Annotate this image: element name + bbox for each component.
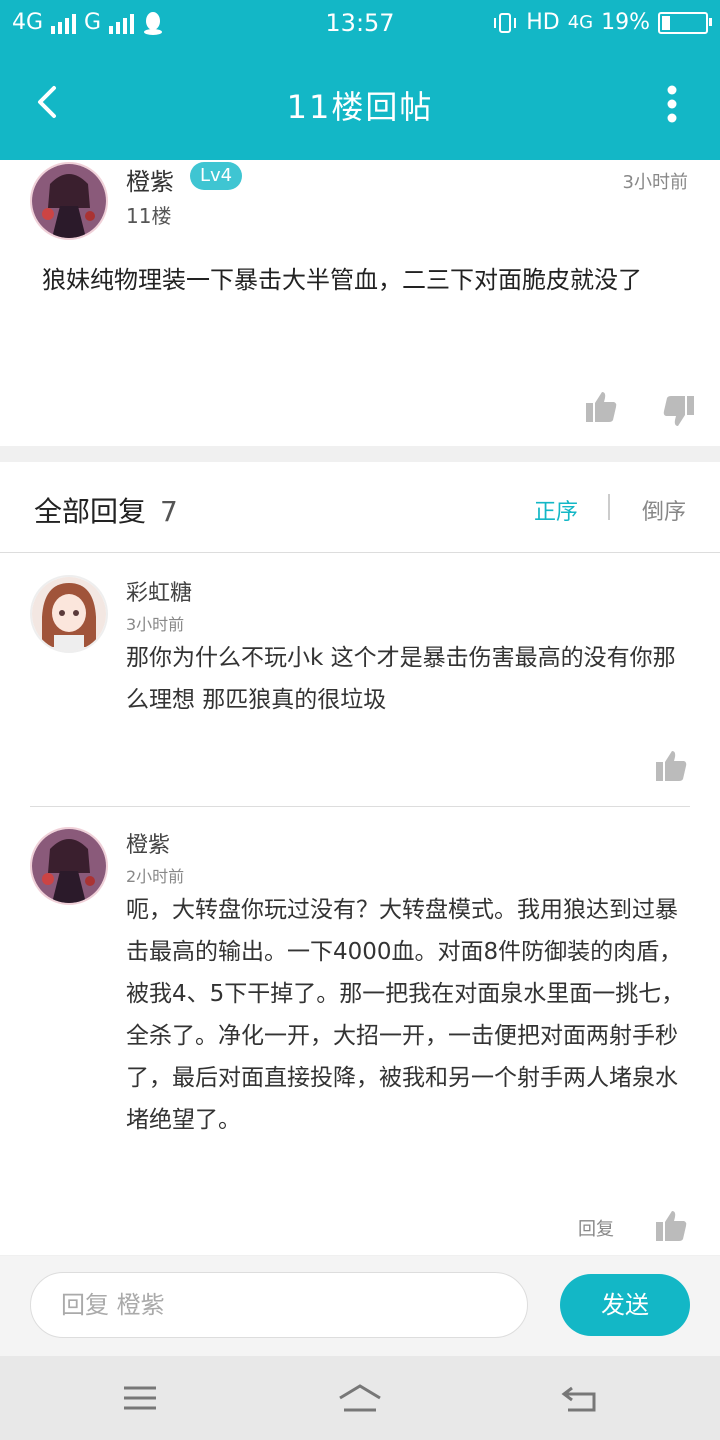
reply-item: 彩虹糖 3小时前 那你为什么不玩小k 这个才是暴击伤害最高的没有你那么理想 那匹… [0,553,720,807]
sort-descending-button[interactable]: 倒序 [642,494,686,526]
reply-input-bar: 回复 橙紫 发送 [0,1256,720,1356]
replies-label-text: 全部回复 [34,495,147,528]
floor-post-card: 橙紫 Lv4 11楼 3小时前 狼妹纯物理装一下暴击大半管血，二三下对面脆皮就没… [0,160,720,446]
home-icon[interactable] [336,1380,384,1416]
status-bar: 4G G 13:57 HD 4G 19% [0,0,720,48]
network-label-3: 4G [567,12,594,33]
title-bar: 11楼回帖 [0,48,720,160]
status-right: HD 4G 19% [492,10,712,35]
battery-icon [658,11,712,34]
hd-label: HD [526,10,560,35]
send-button[interactable]: 发送 [560,1274,690,1336]
back-icon[interactable] [560,1380,600,1416]
battery-percent: 19% [601,10,650,35]
replies-count: 7 [160,495,178,528]
reply-time: 2小时前 [126,867,185,886]
sort-ascending-button[interactable]: 正序 [534,494,578,526]
floor-number: 11楼 [126,204,172,228]
reply-author: 橙紫 [126,833,171,858]
page-title: 11楼回帖 [286,88,434,126]
avatar[interactable] [30,575,108,653]
replies-header: 全部回复 7 正序 倒序 [0,462,720,553]
like-icon[interactable] [654,749,688,783]
reply-time: 3小时前 [126,615,185,634]
like-icon[interactable] [654,1209,688,1243]
level-badge: Lv4 [190,162,243,190]
like-icon[interactable] [584,390,618,424]
reply-content: 呃，大转盘你玩过没有？大转盘模式。我用狼达到过暴击最高的输出。一下4000血。对… [126,897,685,1133]
dislike-icon[interactable] [662,394,696,428]
avatar[interactable] [30,162,108,240]
post-time: 3小时前 [622,172,688,193]
menu-icon[interactable] [120,1380,160,1416]
more-menu-icon[interactable] [666,84,678,124]
reply-item: 橙紫 2小时前 呃，大转盘你玩过没有？大转盘模式。我用狼达到过暴击最高的输出。一… [0,807,720,1255]
post-content: 狼妹纯物理装一下暴击大半管血，二三下对面脆皮就没了 [42,266,642,294]
avatar[interactable] [30,827,108,905]
vibrate-icon [494,12,517,33]
reply-button[interactable]: 回复 [578,1215,614,1241]
replies-label: 全部回复 7 [34,490,178,530]
reply-content: 那你为什么不玩小k 这个才是暴击伤害最高的没有你那么理想 那匹狼真的很垃圾 [126,645,676,713]
reply-author: 彩虹糖 [126,581,193,606]
sort-divider [608,494,610,520]
reply-list: 彩虹糖 3小时前 那你为什么不玩小k 这个才是暴击伤害最高的没有你那么理想 那匹… [0,553,720,1255]
reply-input[interactable]: 回复 橙紫 [30,1272,528,1338]
post-author: 橙紫 [126,168,174,196]
system-nav-bar [0,1356,720,1440]
